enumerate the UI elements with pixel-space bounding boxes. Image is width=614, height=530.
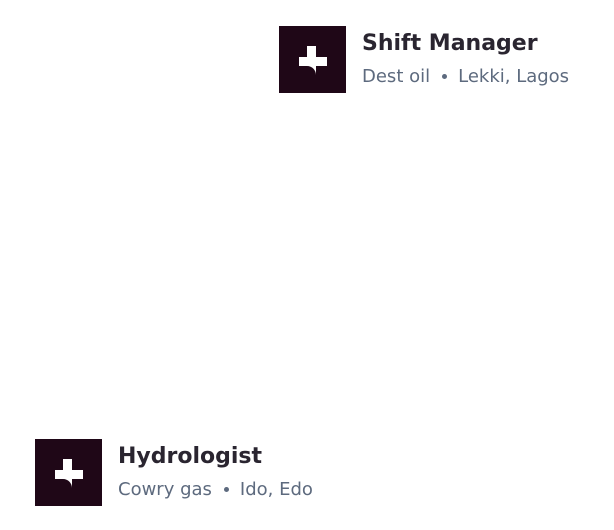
job-card[interactable]: Shift Manager Dest oil Lekki, Lagos	[279, 26, 569, 93]
job-title[interactable]: Shift Manager	[362, 31, 569, 56]
cross-logo-icon	[298, 45, 327, 75]
job-location: Ido, Edo	[239, 478, 313, 500]
company-logo	[35, 439, 102, 506]
job-info: Shift Manager Dest oil Lekki, Lagos	[362, 31, 569, 88]
company-name: Cowry gas	[118, 478, 212, 500]
cross-logo-icon	[54, 458, 83, 488]
job-title[interactable]: Hydrologist	[118, 444, 313, 469]
separator-dot	[442, 74, 448, 79]
job-location: Lekki, Lagos	[458, 65, 570, 87]
job-info: Hydrologist Cowry gas Ido, Edo	[118, 444, 313, 501]
job-meta: Cowry gas Ido, Edo	[118, 479, 313, 501]
job-meta: Dest oil Lekki, Lagos	[362, 66, 569, 88]
company-logo	[279, 26, 346, 93]
separator-dot	[223, 487, 229, 492]
job-card[interactable]: Hydrologist Cowry gas Ido, Edo	[35, 439, 313, 506]
company-name: Dest oil	[362, 65, 431, 87]
